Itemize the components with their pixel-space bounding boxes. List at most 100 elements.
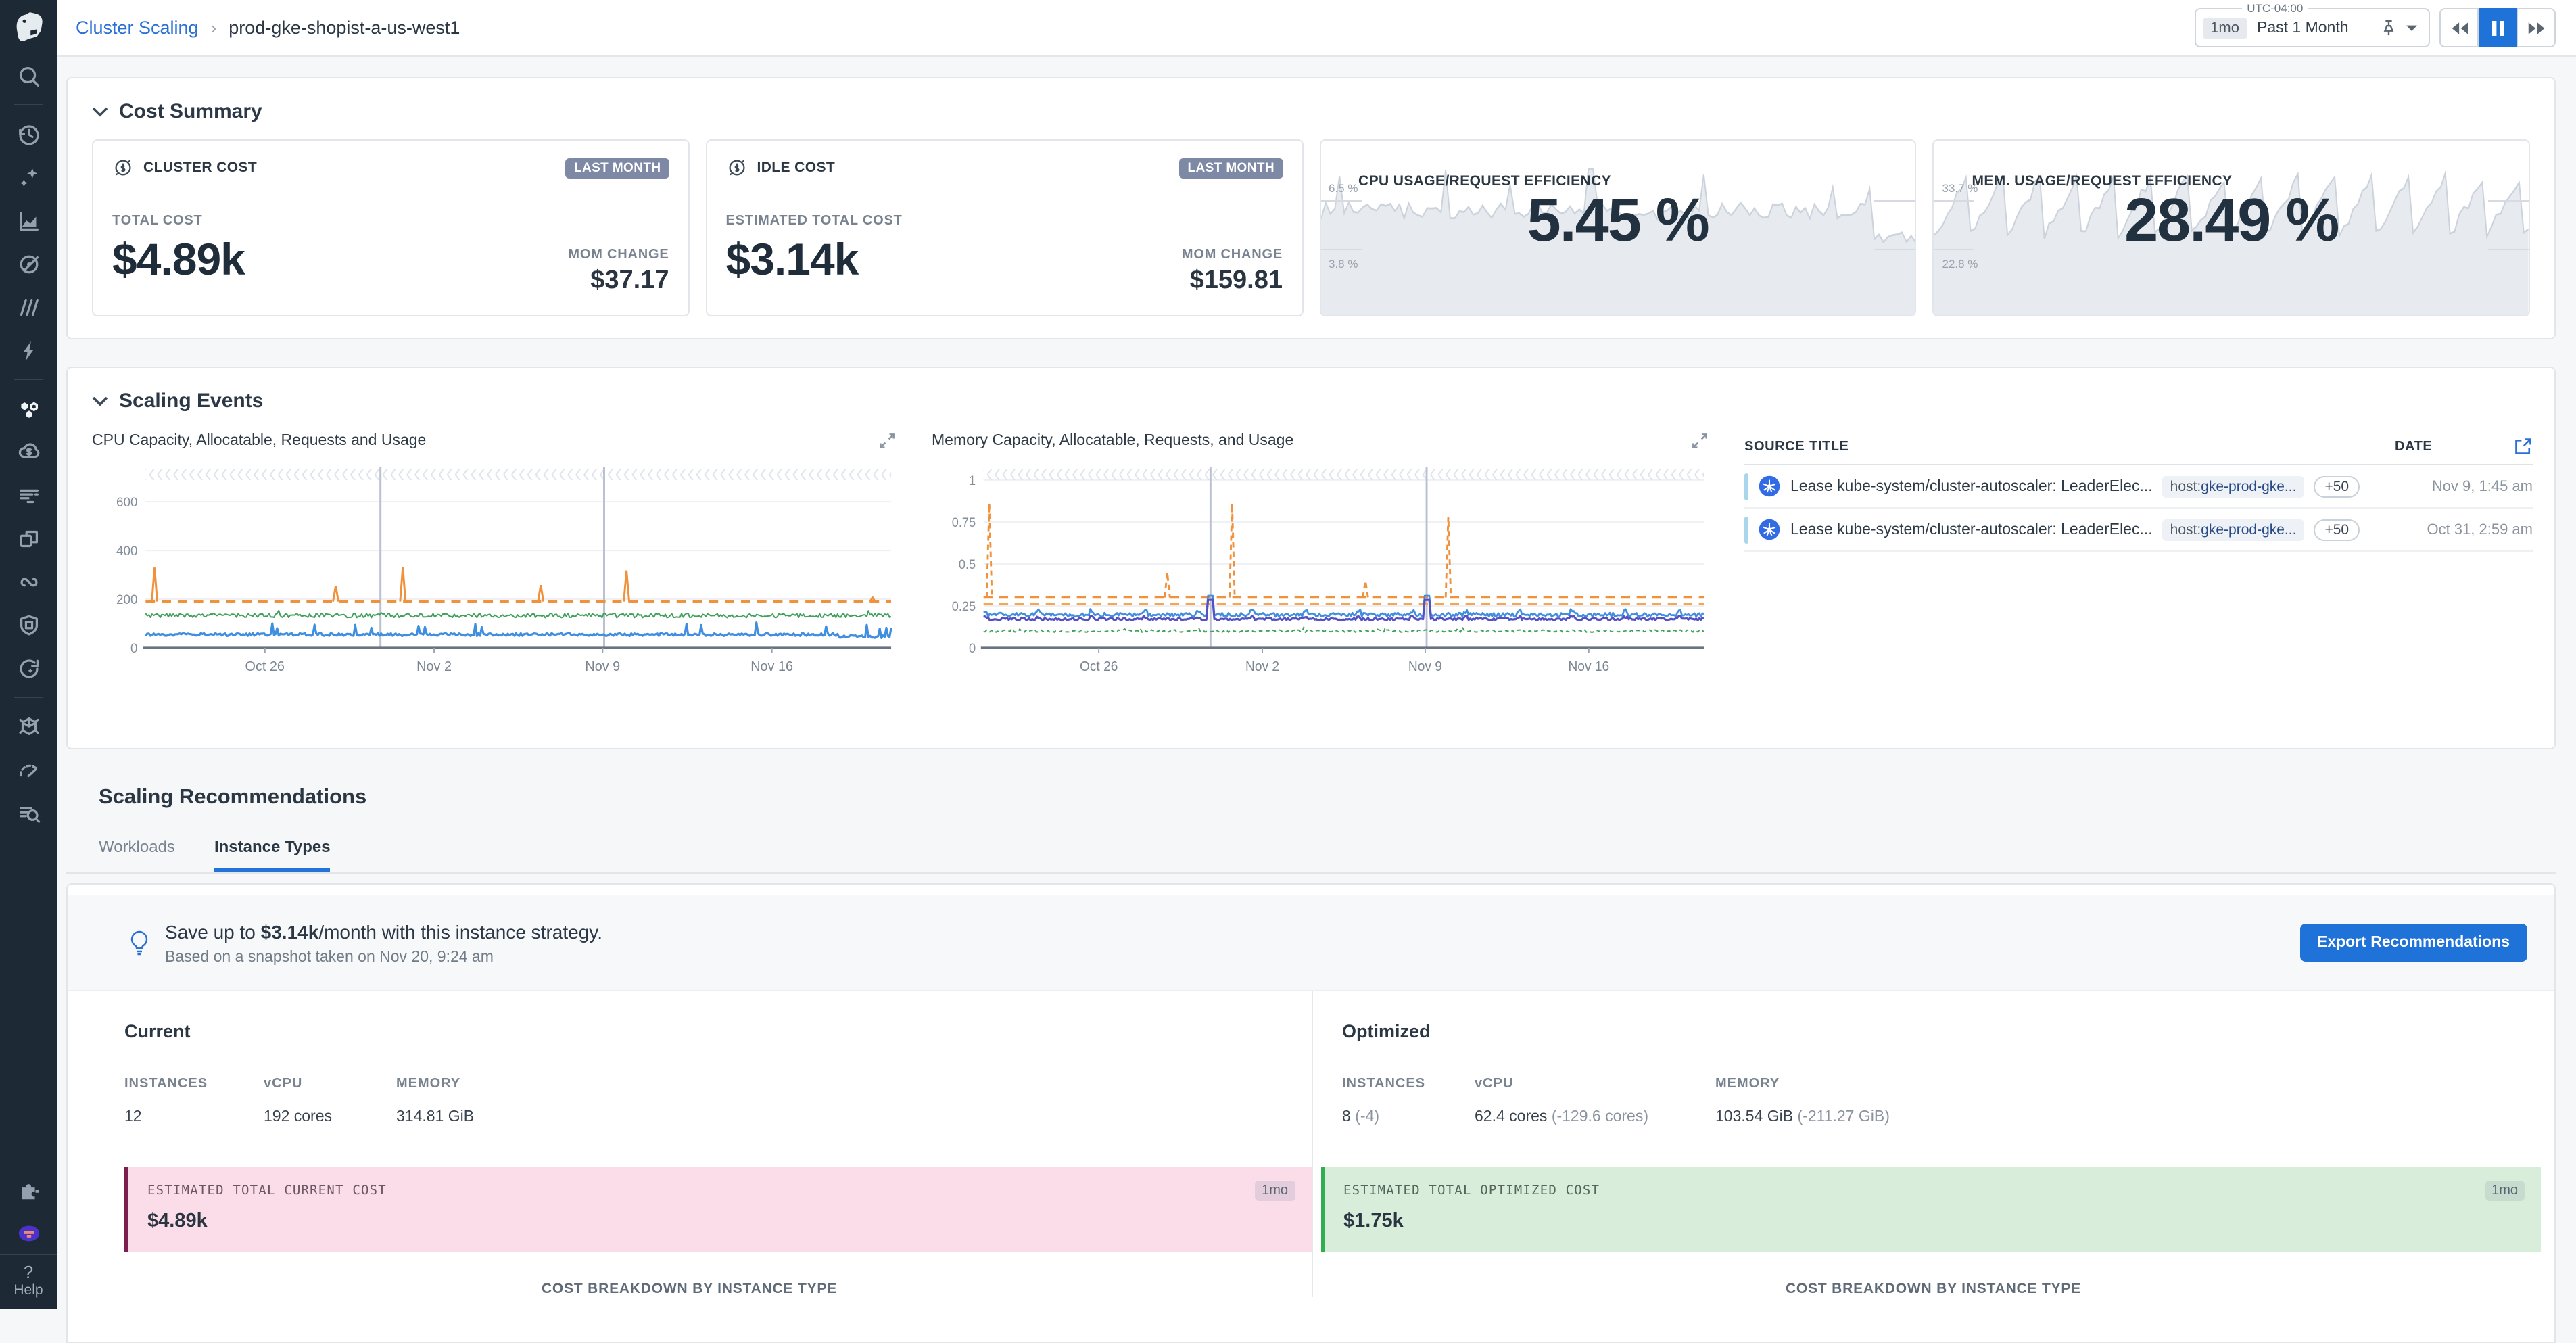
sidebar-item-security[interactable] (0, 603, 57, 646)
current-breakdown-label: COST BREAKDOWN BY INSTANCE TYPE (68, 1281, 1311, 1297)
current-instances-value: 12 (124, 1109, 264, 1125)
mom-change-label: MOM CHANGE (568, 248, 669, 262)
optimized-cost-row: ESTIMATED TOTAL OPTIMIZED COST 1mo $1.75… (1320, 1167, 2541, 1252)
sidebar-item-history[interactable] (0, 112, 57, 156)
breadcrumb-page-name: prod-gke-shopist-a-us-west1 (229, 18, 460, 38)
hexagons-icon (16, 396, 41, 421)
event-row[interactable]: Lease kube-system/cluster-autoscaler: Le… (1744, 465, 2533, 509)
event-title: Lease kube-system/cluster-autoscaler: Le… (1790, 478, 2153, 494)
external-link-icon[interactable] (2514, 437, 2533, 456)
bits-bot-avatar (16, 1219, 41, 1245)
cpu-eff-low-tick: 3.8 % (1329, 257, 1358, 270)
host-tag[interactable]: host:gke-prod-gke... (2162, 519, 2305, 540)
current-cost-column: ESTIMATED TOTAL CURRENT COST 1mo $4.89k … (68, 1164, 1311, 1297)
filter-lines-icon (16, 482, 41, 508)
app-sidebar: ? Help (0, 0, 57, 1309)
time-pause-button[interactable] (2479, 8, 2518, 47)
sidebar-item-error-tracking[interactable] (0, 705, 57, 748)
sidebar-item-log-explorer[interactable] (0, 791, 57, 834)
sidebar-item-events[interactable] (0, 329, 57, 372)
svg-text:0.75: 0.75 (952, 515, 976, 529)
event-date: Oct 31, 2:59 am (2427, 521, 2533, 538)
sidebar-item-integrations[interactable] (0, 1167, 57, 1210)
current-cost-row: ESTIMATED TOTAL CURRENT COST 1mo $4.89k (124, 1167, 1311, 1252)
memory-capacity-chart-block: Memory Capacity, Allocatable, Requests, … (932, 423, 1709, 683)
top-bar: Cluster Scaling › prod-gke-shopist-a-us-… (57, 0, 2576, 57)
sidebar-item-workflows[interactable] (0, 646, 57, 690)
more-tags-pill[interactable]: +50 (2314, 475, 2360, 497)
time-range-picker[interactable]: UTC-04:00 1mo Past 1 Month (2194, 8, 2430, 47)
optimized-title: Optimized (1342, 1021, 2554, 1041)
sidebar-item-logs[interactable] (0, 473, 57, 517)
sidebar-item-watchdog[interactable] (0, 242, 57, 285)
current-memory-value: 314.81 GiB (396, 1109, 1311, 1125)
sidebar-item-bits-avatar[interactable] (0, 1210, 57, 1254)
cluster-scaling-page: ? Help Cluster Scaling › prod-gke-shopis… (0, 0, 2576, 1309)
instances-label: INSTANCES (1342, 1077, 1475, 1091)
timezone-label: UTC-04:00 (2241, 1, 2308, 15)
more-tags-pill[interactable]: +50 (2314, 519, 2360, 540)
sidebar-divider (14, 697, 43, 698)
bug-cube-icon (16, 713, 41, 739)
scaling-events-collapse-chevron[interactable] (92, 396, 108, 406)
rewind-icon (2450, 20, 2468, 36)
cost-summary-title: Cost Summary (119, 100, 262, 123)
cpu-efficiency-value: 5.45 % (1320, 185, 1915, 256)
export-recommendations-button[interactable]: Export Recommendations (2299, 924, 2527, 962)
optimized-section: Optimized INSTANCES vCPU MEMORY 8 (-4) 6… (1311, 991, 2554, 1164)
svg-text:Nov 2: Nov 2 (416, 659, 452, 674)
sidebar-item-apm[interactable] (0, 517, 57, 560)
svg-text:Nov 9: Nov 9 (1408, 659, 1442, 674)
time-forward-button[interactable] (2517, 8, 2556, 47)
savings-banner: Save up to $3.14k/month with this instan… (68, 895, 2554, 991)
time-back-button[interactable] (2439, 8, 2479, 47)
scaling-events-panel: Scaling Events CPU Capacity, Allocatable… (66, 367, 2556, 749)
expand-chart-icon[interactable] (1690, 431, 1709, 450)
svg-text:Nov 16: Nov 16 (750, 659, 793, 674)
breadcrumb-cluster-scaling[interactable]: Cluster Scaling (76, 18, 199, 38)
tab-workloads[interactable]: Workloads (99, 837, 175, 872)
datadog-logo[interactable] (0, 0, 57, 54)
event-row[interactable]: Lease kube-system/cluster-autoscaler: Le… (1744, 509, 2533, 552)
sidebar-item-search[interactable] (0, 54, 57, 97)
sidebar-item-containers-active[interactable] (0, 387, 57, 430)
svg-text:Nov 9: Nov 9 (585, 659, 620, 674)
pin-icon[interactable] (2380, 19, 2398, 37)
sidebar-item-dashboards[interactable] (0, 285, 57, 329)
cpu-capacity-chart[interactable]: 0200400600Oct 26Nov 2Nov 9Nov 16 (92, 453, 897, 683)
cloud-cost-icon (16, 439, 41, 465)
help-button[interactable]: ? Help (0, 1254, 57, 1309)
time-range-badge: 1mo (2202, 17, 2247, 39)
optimized-cost-label: ESTIMATED TOTAL OPTIMIZED COST (1343, 1183, 1600, 1198)
help-question-mark: ? (0, 1263, 57, 1282)
svg-text:Oct 26: Oct 26 (1080, 659, 1118, 674)
sidebar-item-copilot[interactable] (0, 156, 57, 199)
host-tag[interactable]: host:gke-prod-gke... (2162, 475, 2305, 497)
mem-efficiency-value: 28.49 % (1934, 185, 2529, 256)
optimized-vcpu-value: 62.4 cores (-129.6 cores) (1475, 1109, 1715, 1125)
idle-cost-card: IDLE COST LAST MONTH ESTIMATED TOTAL COS… (706, 139, 1304, 316)
memory-label: MEMORY (1715, 1077, 2554, 1091)
sidebar-item-cloud-cost[interactable] (0, 430, 57, 473)
current-cost-value: $4.89k (147, 1210, 1295, 1232)
area-chart-icon (16, 208, 41, 233)
windows-icon (16, 525, 41, 551)
svg-text:Nov 16: Nov 16 (1568, 659, 1609, 674)
estimated-total-cost-label: ESTIMATED TOTAL COST (726, 214, 1283, 229)
kubernetes-icon (1758, 518, 1781, 541)
svg-text:0: 0 (969, 641, 976, 655)
mom-change-label: MOM CHANGE (1182, 248, 1283, 262)
current-vcpu-value: 192 cores (264, 1109, 396, 1125)
expand-chart-icon[interactable] (878, 431, 897, 450)
tab-instance-types[interactable]: Instance Types (214, 837, 331, 872)
memory-chart-title: Memory Capacity, Allocatable, Requests, … (932, 433, 1293, 449)
sidebar-item-metrics[interactable] (0, 199, 57, 242)
memory-capacity-chart[interactable]: 00.250.50.751Oct 26Nov 2Nov 9Nov 16 (932, 453, 1709, 683)
chevron-down-icon[interactable] (2406, 24, 2418, 32)
cluster-cost-card: CLUSTER COST LAST MONTH TOTAL COST $4.89… (92, 139, 690, 316)
cost-summary-collapse-chevron[interactable] (92, 106, 108, 117)
sidebar-item-performance[interactable] (0, 748, 57, 791)
idle-cost-title: IDLE COST (757, 160, 836, 176)
savings-message: Save up to $3.14k/month with this instan… (165, 920, 602, 942)
sidebar-item-service-map[interactable] (0, 560, 57, 603)
